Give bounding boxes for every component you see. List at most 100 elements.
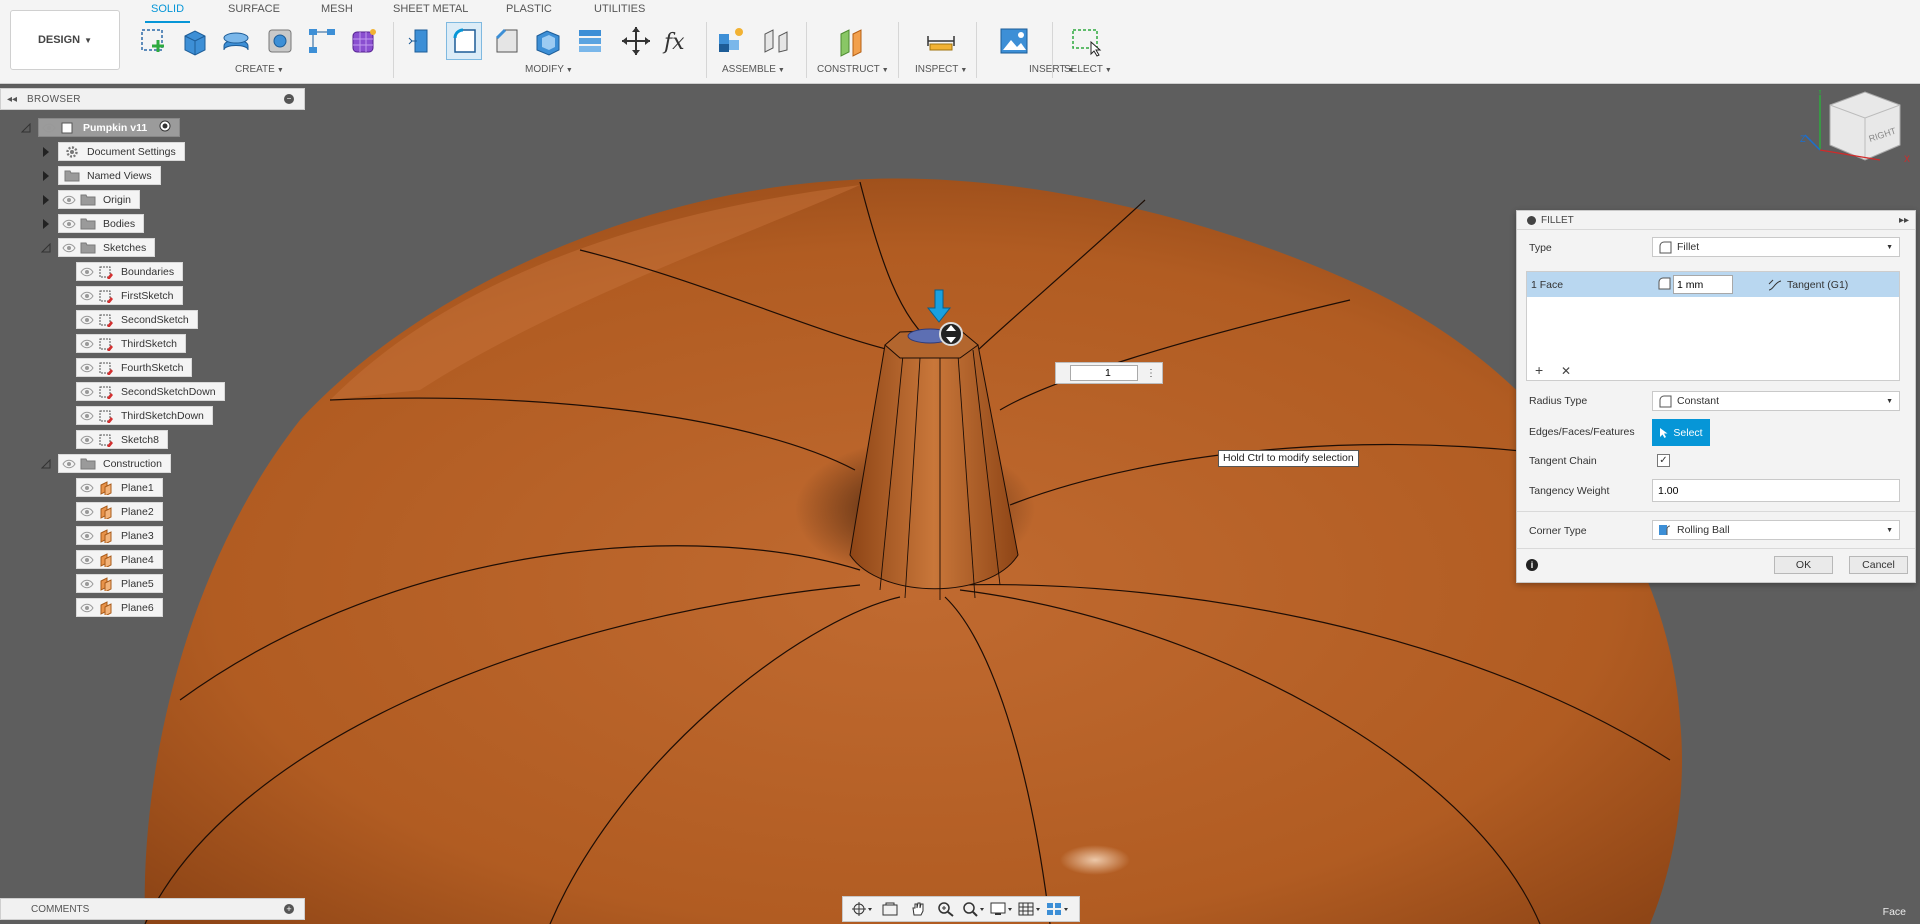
visibility-eye-icon[interactable]	[77, 599, 97, 616]
visibility-eye-icon[interactable]	[59, 239, 79, 256]
assemble-menu[interactable]: ASSEMBLE ▼	[722, 64, 785, 75]
select-edges-button[interactable]: Select	[1652, 419, 1710, 446]
visibility-eye-icon[interactable]	[39, 119, 59, 136]
activate-radio-icon[interactable]	[159, 120, 171, 135]
insert-canvas-button[interactable]	[996, 22, 1032, 60]
workspace-switcher[interactable]: DESIGN ▼	[10, 10, 120, 70]
minimize-icon[interactable]: −	[284, 94, 294, 104]
tab-utilities[interactable]: UTILITIES	[594, 3, 645, 19]
change-parameters-button[interactable]: fx	[660, 22, 696, 60]
tree-item-document-settings-box[interactable]: Document Settings	[58, 142, 185, 161]
shell-button[interactable]	[530, 22, 566, 60]
tab-plastic[interactable]: PLASTIC	[506, 3, 552, 19]
visibility-eye-icon[interactable]	[77, 311, 97, 328]
tree-item-named-views-box[interactable]: Named Views	[58, 166, 161, 185]
tab-sheet-metal[interactable]: SHEET METAL	[393, 3, 468, 19]
window-select-button[interactable]	[1068, 22, 1104, 60]
viewports-button[interactable]	[1045, 899, 1071, 919]
visibility-eye-icon[interactable]	[77, 407, 97, 424]
tree-item-sketch-box[interactable]: SecondSketchDown	[76, 382, 225, 401]
expand-arrow-icon[interactable]	[40, 146, 52, 158]
continuity-dropdown[interactable]: Tangent (G1)	[1767, 278, 1848, 292]
tree-item-bodies-box[interactable]: Bodies	[58, 214, 145, 233]
visibility-eye-icon[interactable]	[77, 335, 97, 352]
combine-button[interactable]	[572, 22, 608, 60]
display-settings-button[interactable]	[989, 899, 1015, 919]
hole-button[interactable]	[262, 22, 298, 60]
visibility-eye-icon[interactable]	[77, 479, 97, 496]
collapse-arrow-icon[interactable]	[20, 122, 32, 134]
fit-button[interactable]	[961, 899, 987, 919]
press-pull-button[interactable]	[404, 22, 440, 60]
zoom-button[interactable]	[933, 899, 959, 919]
collapse-arrow-icon[interactable]	[40, 242, 52, 254]
remove-selection-icon[interactable]: ✕	[1561, 364, 1571, 378]
tree-item-plane-box[interactable]: Plane1	[76, 478, 163, 497]
radius-input[interactable]	[1673, 275, 1733, 294]
extrude-button[interactable]	[176, 22, 212, 60]
more-options-icon[interactable]: ⋮	[1146, 368, 1156, 379]
visibility-eye-icon[interactable]	[77, 383, 97, 400]
tab-surface[interactable]: SURFACE	[228, 3, 280, 19]
tree-item-sketches-box[interactable]: Sketches	[58, 238, 156, 257]
fillet-button[interactable]	[446, 22, 482, 60]
expand-arrow-icon[interactable]	[40, 218, 52, 230]
create-sketch-button[interactable]	[135, 22, 171, 60]
tree-root-box[interactable]: Pumpkin v11	[38, 118, 181, 137]
dimension-input[interactable]	[1070, 365, 1138, 381]
tab-mesh[interactable]: MESH	[321, 3, 353, 19]
visibility-eye-icon[interactable]	[77, 575, 97, 592]
move-copy-button[interactable]	[618, 22, 654, 60]
expand-arrow-icon[interactable]	[40, 194, 52, 206]
ok-button[interactable]: OK	[1774, 556, 1833, 574]
rectangular-pattern-button[interactable]	[304, 22, 340, 60]
tree-item-origin-box[interactable]: Origin	[58, 190, 141, 209]
type-dropdown[interactable]: Fillet ▼	[1652, 237, 1900, 257]
visibility-eye-icon[interactable]	[77, 503, 97, 520]
orbit-button[interactable]	[849, 899, 875, 919]
tree-item-sketch-box[interactable]: FourthSketch	[76, 358, 193, 377]
tree-item-sketch-box[interactable]: FirstSketch	[76, 286, 183, 305]
info-icon[interactable]: i	[1526, 559, 1538, 571]
cancel-button[interactable]: Cancel	[1849, 556, 1908, 574]
visibility-eye-icon[interactable]	[77, 359, 97, 376]
viewcube[interactable]: RIGHT Y Z X	[1800, 86, 1915, 190]
radius-type-dropdown[interactable]: Constant ▼	[1652, 391, 1900, 411]
inspect-menu[interactable]: INSPECT ▼	[915, 64, 967, 75]
revolve-button[interactable]	[218, 22, 254, 60]
add-comment-icon[interactable]: +	[284, 904, 294, 914]
measure-button[interactable]	[923, 22, 959, 60]
collapse-dialog-icon[interactable]	[1527, 215, 1536, 225]
tangent-chain-checkbox[interactable]: ✓	[1657, 454, 1670, 467]
visibility-eye-icon[interactable]	[77, 263, 97, 280]
tree-item-sketch-box[interactable]: ThirdSketchDown	[76, 406, 213, 425]
look-at-button[interactable]	[877, 899, 903, 919]
joint-button[interactable]	[758, 22, 794, 60]
add-selection-icon[interactable]: +	[1535, 362, 1543, 378]
create-form-button[interactable]	[346, 22, 382, 60]
collapse-panel-icon[interactable]: ◂◂	[7, 94, 17, 105]
pan-button[interactable]	[905, 899, 931, 919]
tree-item-plane-box[interactable]: Plane5	[76, 574, 163, 593]
visibility-eye-icon[interactable]	[59, 215, 79, 232]
visibility-eye-icon[interactable]	[59, 455, 79, 472]
tree-item-sketch-box[interactable]: SecondSketch	[76, 310, 198, 329]
select-menu[interactable]: SELECT ▼	[1064, 64, 1112, 75]
visibility-eye-icon[interactable]	[77, 431, 97, 448]
tree-item-plane-box[interactable]: Plane6	[76, 598, 163, 617]
grid-settings-button[interactable]	[1017, 899, 1043, 919]
expand-arrow-icon[interactable]	[40, 170, 52, 182]
tree-item-sketch-box[interactable]: ThirdSketch	[76, 334, 187, 353]
tree-item-sketch-box[interactable]: Sketch8	[76, 430, 168, 449]
visibility-eye-icon[interactable]	[77, 527, 97, 544]
offset-plane-button[interactable]	[834, 22, 870, 60]
collapse-arrow-icon[interactable]	[40, 458, 52, 470]
tree-item-plane-box[interactable]: Plane4	[76, 550, 163, 569]
corner-type-dropdown[interactable]: Rolling Ball ▼	[1652, 520, 1900, 540]
tangency-weight-input[interactable]	[1652, 479, 1900, 502]
new-component-button[interactable]	[714, 22, 750, 60]
visibility-eye-icon[interactable]	[77, 287, 97, 304]
construct-menu[interactable]: CONSTRUCT ▼	[817, 64, 889, 75]
tree-item-plane-box[interactable]: Plane2	[76, 502, 163, 521]
create-menu[interactable]: CREATE ▼	[235, 64, 284, 75]
